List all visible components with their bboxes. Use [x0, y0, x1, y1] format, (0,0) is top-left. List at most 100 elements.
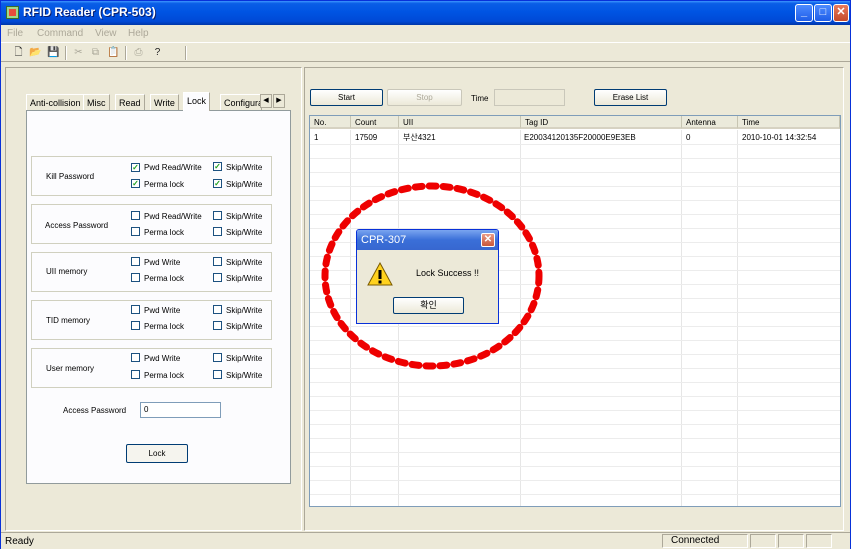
tid-pwd-write-checkbox[interactable]	[131, 305, 140, 314]
checkbox-label: Skip/Write	[226, 306, 263, 315]
copy-icon[interactable]: ⧉	[89, 46, 102, 59]
tab-write[interactable]: Write	[150, 94, 179, 110]
menu-file[interactable]: File	[7, 28, 23, 39]
uii-skip-write-checkbox[interactable]	[213, 257, 222, 266]
help-icon[interactable]: ?	[151, 46, 164, 59]
checkbox-label: Skip/Write	[226, 371, 263, 380]
close-button[interactable]: ✕	[833, 4, 849, 22]
uii-pwd-write-checkbox[interactable]	[131, 257, 140, 266]
kill-skip-write-checkbox[interactable]: ✓	[213, 162, 222, 171]
paste-icon[interactable]: 📋	[107, 46, 120, 59]
column-header-time[interactable]: Time	[738, 116, 840, 129]
column-header-uii[interactable]: UII	[399, 116, 521, 129]
grid-row-line	[310, 382, 840, 383]
user-pwd-write-checkbox[interactable]	[131, 353, 140, 362]
message-dialog: CPR-307 ✕ Lock Success !! 확인	[356, 229, 499, 324]
minimize-button[interactable]: _	[795, 4, 813, 22]
dialog-close-icon[interactable]: ✕	[481, 233, 495, 247]
uii-memory-label: UII memory	[46, 267, 88, 276]
tab-configuration[interactable]: Configura	[220, 94, 262, 110]
user-skip-write-2-checkbox[interactable]	[213, 370, 222, 379]
cell-uii: 부산4321	[403, 133, 436, 142]
column-header-count[interactable]: Count	[351, 116, 399, 129]
grid-row-line	[310, 144, 840, 145]
tab-anti-collision[interactable]: Anti-collision	[26, 94, 85, 110]
dialog-title-bar[interactable]: CPR-307 ✕	[357, 230, 498, 250]
grid-row-line	[310, 158, 840, 159]
user-perma-lock-checkbox[interactable]	[131, 370, 140, 379]
toolbar: 🗋 📂 💾 ✂ ⧉ 📋 ⎙ ?	[1, 42, 850, 62]
grid-row-line	[310, 172, 840, 173]
start-button[interactable]: Start	[310, 89, 383, 106]
access-password-label: Access Password	[45, 221, 109, 230]
new-file-icon[interactable]: 🗋	[12, 46, 25, 59]
kill-pwd-readwrite-checkbox[interactable]: ✓	[131, 163, 140, 172]
cell-tag-id: E20034120135F20000E9E3EB	[524, 133, 636, 142]
access-pwd-readwrite-checkbox[interactable]	[131, 211, 140, 220]
cell-count: 17509	[355, 133, 378, 142]
user-skip-write-checkbox[interactable]	[213, 353, 222, 362]
erase-list-button[interactable]: Erase List	[594, 89, 667, 106]
tid-perma-lock-checkbox[interactable]	[131, 321, 140, 330]
title-bar[interactable]: RFID Reader (CPR-503) _ □ ✕	[1, 1, 850, 25]
maximize-button[interactable]: □	[814, 4, 832, 22]
status-pane	[778, 534, 804, 548]
cell-no: 1	[314, 133, 319, 142]
checkbox-label: Skip/Write	[226, 228, 263, 237]
grid-row-line	[310, 494, 840, 495]
tab-scroll-left-icon[interactable]: ◀	[260, 94, 272, 108]
checkbox-label: Pwd Write	[144, 354, 181, 363]
grid-row-line	[310, 186, 840, 187]
open-folder-icon[interactable]: 📂	[29, 46, 42, 59]
access-perma-lock-checkbox[interactable]	[131, 227, 140, 236]
kill-skip-write-2-checkbox[interactable]: ✓	[213, 179, 222, 188]
lock-button[interactable]: Lock	[126, 444, 188, 463]
kill-perma-lock-checkbox[interactable]: ✓	[131, 179, 140, 188]
grid-row-line	[310, 396, 840, 397]
grid-row-line	[310, 410, 840, 411]
access-skip-write-2-checkbox[interactable]	[213, 227, 222, 236]
tid-memory-label: TID memory	[46, 316, 90, 325]
time-input[interactable]	[494, 89, 565, 106]
stop-button[interactable]: Stop	[387, 89, 462, 106]
toolbar-separator	[65, 46, 67, 60]
connection-status: Connected	[662, 534, 748, 548]
menu-view[interactable]: View	[95, 28, 117, 39]
dialog-ok-button[interactable]: 확인	[393, 297, 464, 314]
column-header-antenna[interactable]: Antenna	[682, 116, 738, 129]
tab-lock[interactable]: Lock	[183, 92, 211, 111]
window-title: RFID Reader (CPR-503)	[23, 5, 156, 19]
time-label: Time	[471, 94, 489, 103]
tab-read[interactable]: Read	[115, 94, 145, 110]
save-icon[interactable]: 💾	[47, 46, 60, 59]
app-icon	[6, 6, 19, 19]
grid-row-line	[310, 340, 840, 341]
access-skip-write-checkbox[interactable]	[213, 211, 222, 220]
tab-scroll-right-icon[interactable]: ▶	[273, 94, 285, 108]
uii-perma-lock-checkbox[interactable]	[131, 273, 140, 282]
cut-icon[interactable]: ✂	[72, 46, 85, 59]
checkbox-label: Perma lock	[144, 322, 185, 331]
checkbox-label: Skip/Write	[226, 258, 263, 267]
tid-skip-write-checkbox[interactable]	[213, 305, 222, 314]
grid-row-line	[310, 326, 840, 327]
checkbox-label: Perma lock	[144, 274, 185, 283]
checkbox-label: Perma lock	[144, 371, 185, 380]
tab-misc[interactable]: Misc	[83, 94, 110, 110]
menu-help[interactable]: Help	[128, 28, 149, 39]
print-icon[interactable]: ⎙	[132, 46, 145, 59]
checkbox-label: Pwd Read/Write	[144, 163, 202, 172]
access-password-input[interactable]: 0	[140, 402, 221, 418]
grid-row-line	[310, 480, 840, 481]
cell-time: 2010-10-01 14:32:54	[742, 133, 817, 142]
warning-icon	[367, 262, 393, 286]
kill-password-label: Kill Password	[46, 172, 95, 181]
column-header-tag-id[interactable]: Tag ID	[521, 116, 682, 129]
checkbox-label: Skip/Write	[226, 180, 263, 189]
tid-skip-write-2-checkbox[interactable]	[213, 321, 222, 330]
cell-antenna: 0	[686, 133, 691, 142]
uii-skip-write-2-checkbox[interactable]	[213, 273, 222, 282]
column-header-no[interactable]: No.	[310, 116, 351, 129]
user-memory-label: User memory	[46, 364, 95, 373]
menu-command[interactable]: Command	[37, 28, 83, 39]
